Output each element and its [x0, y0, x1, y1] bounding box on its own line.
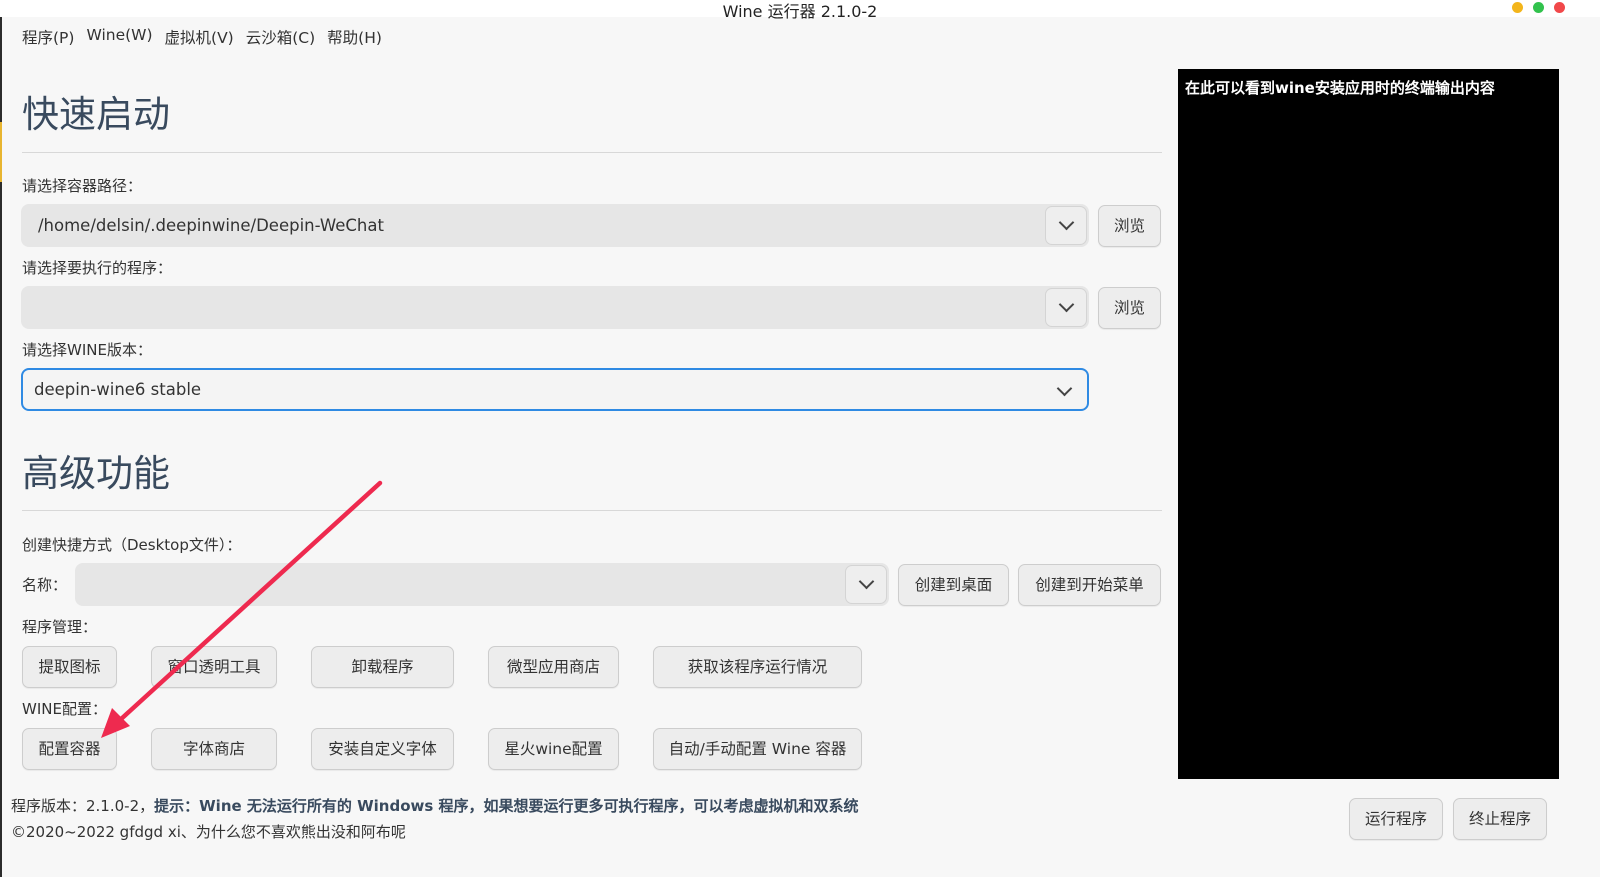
terminal-text: 在此可以看到wine安装应用时的终端输出内容 — [1185, 79, 1495, 97]
advanced-title: 高级功能 — [22, 452, 170, 495]
program-management-label: 程序管理： — [22, 618, 98, 636]
shortcut-name-label: 名称： — [22, 576, 68, 594]
maximize-icon[interactable] — [1533, 2, 1544, 13]
wine-version-select[interactable]: deepin-wine6 stable — [21, 368, 1089, 411]
create-start-menu-button[interactable]: 创建到开始菜单 — [1018, 564, 1161, 606]
menu-wine[interactable]: Wine(W) — [86, 26, 152, 48]
menu-bar: 程序(P) Wine(W) 虚拟机(V) 云沙箱(C) 帮助(H) — [22, 26, 382, 48]
menu-program[interactable]: 程序(P) — [22, 26, 74, 48]
font-store-button[interactable]: 字体商店 — [151, 728, 277, 770]
wine-version-dropdown[interactable] — [1043, 372, 1085, 411]
divider — [22, 152, 1162, 153]
divider — [22, 510, 1162, 511]
program-status-button[interactable]: 获取该程序运行情况 — [653, 646, 862, 688]
stop-program-button[interactable]: 终止程序 — [1453, 798, 1547, 840]
wine-version-label: 请选择WINE版本： — [22, 341, 152, 359]
window-left-edge — [0, 17, 2, 877]
auto-manual-config-button[interactable]: 自动/手动配置 Wine 容器 — [653, 728, 862, 770]
window-title: Wine 运行器 2.1.0-2 — [722, 2, 878, 21]
tip-label: 提示： — [154, 797, 200, 815]
run-program-button[interactable]: 运行程序 — [1349, 798, 1443, 840]
chevron-down-icon — [1056, 380, 1072, 397]
version-info: 程序版本：2.1.0-2，提示：Wine 无法运行所有的 Windows 程序，… — [11, 795, 859, 816]
chevron-down-icon — [1058, 296, 1074, 313]
minimize-icon[interactable] — [1512, 2, 1523, 13]
version-text: 程序版本：2.1.0-2， — [11, 797, 155, 815]
title-bar: Wine 运行器 2.1.0-2 — [0, 0, 1600, 21]
wine-config-label: WINE配置： — [22, 700, 107, 718]
quick-start-title: 快速启动 — [22, 93, 170, 136]
shortcut-name-combo[interactable] — [75, 563, 889, 606]
window-transparency-button[interactable]: 窗口透明工具 — [151, 646, 277, 688]
terminal-output[interactable]: 在此可以看到wine安装应用时的终端输出内容 — [1178, 69, 1559, 779]
copyright-text: ©2020~2022 gfdgd xi、为什么您不喜欢熊出没和阿布呢 — [11, 823, 406, 841]
container-path-value: /home/delsin/.deepinwine/Deepin-WeChat — [38, 216, 384, 235]
container-path-label: 请选择容器路径： — [22, 177, 143, 195]
extract-icon-button[interactable]: 提取图标 — [22, 646, 117, 688]
shortcut-label: 创建快捷方式（Desktop文件）： — [22, 536, 242, 554]
tip-text: Wine 无法运行所有的 Windows 程序，如果想要运行更多可执行程序，可以… — [199, 797, 859, 815]
menu-cloud-sandbox[interactable]: 云沙箱(C) — [246, 26, 315, 48]
browse-container-button[interactable]: 浏览 — [1098, 205, 1161, 247]
browse-program-button[interactable]: 浏览 — [1098, 287, 1161, 329]
program-dropdown[interactable] — [1045, 288, 1087, 327]
program-label: 请选择要执行的程序： — [22, 259, 173, 277]
menu-vm[interactable]: 虚拟机(V) — [165, 26, 234, 48]
spark-wine-config-button[interactable]: 星火wine配置 — [488, 728, 619, 770]
container-path-dropdown[interactable] — [1045, 206, 1087, 245]
wine-version-value: deepin-wine6 stable — [34, 380, 202, 399]
install-custom-font-button[interactable]: 安装自定义字体 — [311, 728, 454, 770]
edge-marker — [0, 122, 2, 182]
shortcut-name-dropdown[interactable] — [845, 565, 887, 604]
close-icon[interactable] — [1554, 2, 1565, 13]
mini-app-store-button[interactable]: 微型应用商店 — [488, 646, 619, 688]
menu-help[interactable]: 帮助(H) — [327, 26, 382, 48]
program-combo[interactable] — [21, 286, 1089, 329]
chevron-down-icon — [858, 573, 874, 590]
chevron-down-icon — [1058, 214, 1074, 231]
uninstall-program-button[interactable]: 卸载程序 — [311, 646, 454, 688]
configure-container-button[interactable]: 配置容器 — [22, 728, 117, 770]
create-desktop-button[interactable]: 创建到桌面 — [898, 564, 1009, 606]
container-path-combo[interactable]: /home/delsin/.deepinwine/Deepin-WeChat — [21, 204, 1089, 247]
